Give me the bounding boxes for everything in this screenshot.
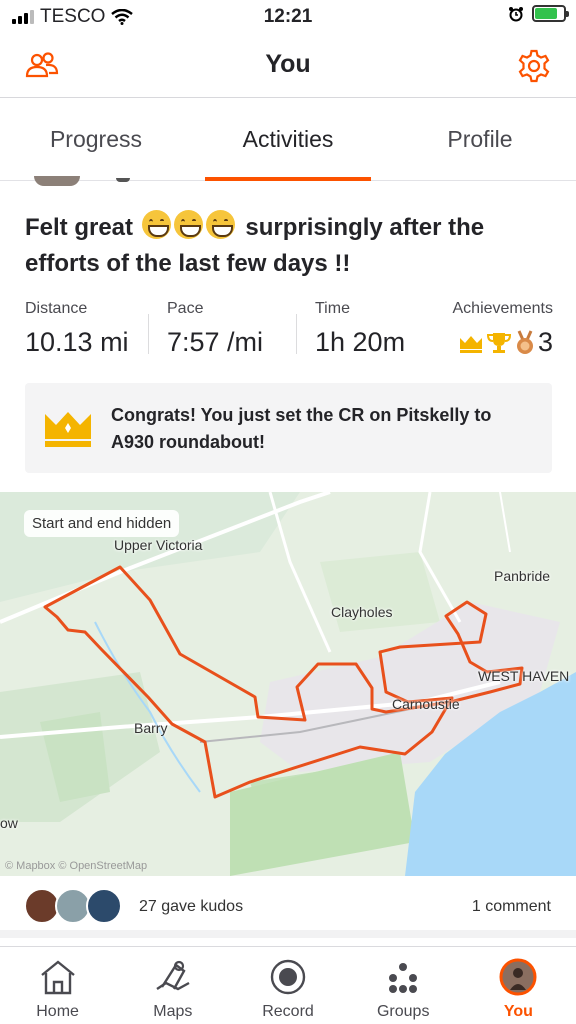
- nav-home-label: Home: [36, 1003, 79, 1020]
- nav-you-label: You: [503, 1003, 533, 1020]
- profile-avatar-icon: [499, 958, 537, 996]
- stat-distance: Distance 10.13 mi: [25, 300, 129, 358]
- map-label: ow: [0, 815, 18, 831]
- route-map[interactable]: Start and end hidden Upper Victoria Panb…: [0, 492, 576, 876]
- crown-icon: [459, 335, 482, 353]
- map-attribution[interactable]: © Mapbox © OpenStreetMap: [5, 860, 147, 872]
- tab-activities[interactable]: Activities: [192, 99, 384, 181]
- activity-title-start: Felt great: [25, 214, 134, 241]
- congrats-message: Congrats! You just set the CR on Pitskel…: [111, 405, 492, 452]
- distance-label: Distance: [25, 300, 88, 317]
- activity-stats: Distance 10.13 mi Pace 7:57 /mi Time 1h …: [25, 300, 553, 364]
- map-label: Clayholes: [331, 604, 393, 620]
- pace-label: Pace: [167, 300, 204, 317]
- nav-you[interactable]: You: [461, 947, 576, 1024]
- stat-divider: [296, 314, 297, 354]
- record-icon: [270, 959, 306, 995]
- trophy-icon: [486, 332, 511, 353]
- map-label: Upper Victoria: [114, 537, 203, 553]
- nav-record-label: Record: [262, 1003, 314, 1020]
- nav-maps[interactable]: Maps: [115, 947, 230, 1024]
- battery-icon: [532, 5, 569, 22]
- status-right: [508, 5, 569, 22]
- nav-record[interactable]: Record: [230, 947, 345, 1024]
- nav-groups-label: Groups: [376, 1003, 430, 1020]
- kudos-bar: 27 gave kudos 1 comment: [0, 876, 576, 938]
- profile-tabs: Progress Activities Profile: [0, 99, 576, 181]
- groups-icon: [389, 963, 418, 993]
- comments-count[interactable]: 1 comment: [472, 898, 551, 916]
- map-label: Carnoustie: [392, 696, 460, 712]
- alarm-icon: [509, 6, 523, 21]
- maps-icon: [156, 960, 190, 991]
- gear-icon: [518, 49, 550, 83]
- achievements-label: Achievements: [452, 300, 554, 317]
- bottom-navigation: Home Maps Record Groups You: [0, 946, 576, 1024]
- clock: 12:21: [263, 6, 313, 27]
- nav-home[interactable]: Home: [0, 947, 115, 1024]
- kudos-count[interactable]: 27 gave kudos: [139, 898, 243, 916]
- stat-pace: Pace 7:57 /mi: [167, 300, 263, 358]
- time-value: 1h 20m: [315, 327, 406, 357]
- page-title: You: [265, 50, 311, 78]
- map-label: Panbride: [494, 568, 551, 584]
- home-icon: [40, 960, 75, 995]
- stat-achievements[interactable]: Achievements 3: [453, 300, 554, 358]
- privacy-zone-badge: Start and end hidden: [24, 510, 180, 537]
- status-bar: TESCO 12:21: [0, 0, 576, 34]
- activity-title[interactable]: Felt great surprisingly after the effort…: [25, 210, 555, 282]
- kudos-avatars[interactable]: [24, 888, 122, 924]
- athlete-avatar[interactable]: [34, 176, 80, 186]
- map-canvas: [0, 492, 576, 876]
- nav-groups[interactable]: Groups: [346, 947, 461, 1024]
- pace-value: 7:57 /mi: [167, 327, 264, 357]
- top-header: You: [0, 34, 576, 98]
- avatar: [86, 888, 122, 924]
- emoji-group: [141, 210, 235, 239]
- map-label: WEST HAVEN: [478, 668, 570, 684]
- segment-record-banner[interactable]: Congrats! You just set the CR on Pitskel…: [25, 383, 552, 473]
- settings-button[interactable]: [514, 46, 554, 86]
- stat-time: Time 1h 20m: [315, 300, 405, 358]
- nav-maps-label: Maps: [153, 1003, 193, 1020]
- achievements-count: 3: [537, 327, 553, 357]
- stat-divider: [148, 314, 149, 354]
- grinning-emoji-icon: [173, 210, 203, 239]
- bronze-medal-icon: [516, 329, 533, 354]
- time-label: Time: [315, 300, 350, 317]
- grinning-emoji-icon: [205, 210, 235, 239]
- grinning-emoji-icon: [141, 210, 171, 239]
- tab-progress[interactable]: Progress: [0, 99, 192, 180]
- crown-icon: [45, 412, 91, 447]
- map-label: Barry: [134, 720, 168, 736]
- activity-type-icon: [116, 178, 130, 182]
- distance-value: 10.13 mi: [25, 327, 129, 357]
- tab-profile[interactable]: Profile: [384, 99, 576, 180]
